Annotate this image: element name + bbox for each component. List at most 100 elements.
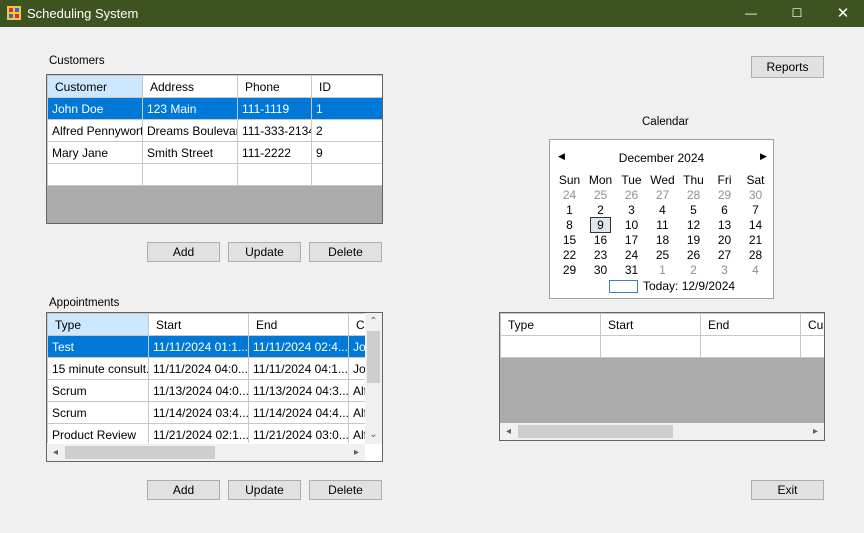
customer-cell[interactable]: Alfred Pennyworth <box>47 119 143 142</box>
table-row[interactable]: Mary Jane Smith Street 111-2222 9 <box>47 141 382 164</box>
customer-cell[interactable]: Joh <box>348 335 365 358</box>
end-cell[interactable]: 11/11/2024 04:1... <box>248 357 349 380</box>
calendar-day[interactable]: 19 <box>678 233 709 248</box>
type-cell[interactable]: Product Review <box>47 423 149 443</box>
today-link[interactable]: Today: 12/9/2024 <box>643 279 735 293</box>
appointments-grid[interactable]: Type Start End Cu Test 11/11/2024 01:1..… <box>46 312 383 462</box>
table-row[interactable]: Test 11/11/2024 01:1... 11/11/2024 02:4.… <box>47 335 365 358</box>
calendar-day[interactable]: 29 <box>554 263 585 278</box>
empty-cell[interactable] <box>500 335 601 358</box>
type-cell[interactable]: Scrum <box>47 401 149 424</box>
end-cell[interactable]: 11/11/2024 02:4... <box>248 335 349 358</box>
customers-header-address[interactable]: Address <box>142 75 238 98</box>
day-header-end[interactable]: End <box>700 313 801 336</box>
new-row-cell[interactable] <box>237 163 312 186</box>
calendar-day[interactable]: 1 <box>647 263 678 278</box>
calendar-day[interactable]: 2 <box>585 203 616 218</box>
appointments-header-customer[interactable]: Cu <box>348 313 365 336</box>
close-button[interactable]: ✕ <box>820 0 864 27</box>
customer-cell[interactable]: Alfr <box>348 401 365 424</box>
scroll-right-icon[interactable]: ▸ <box>807 423 824 440</box>
customers-header-customer[interactable]: Customer <box>47 75 143 98</box>
calendar-day[interactable]: 29 <box>709 188 740 203</box>
id-cell[interactable]: 9 <box>311 141 382 164</box>
id-cell[interactable]: 2 <box>311 119 382 142</box>
type-cell[interactable]: 15 minute consult... <box>47 357 149 380</box>
day-header-start[interactable]: Start <box>600 313 701 336</box>
calendar-day[interactable]: 5 <box>678 203 709 218</box>
address-cell[interactable]: 123 Main <box>142 97 238 120</box>
calendar-day[interactable]: 17 <box>616 233 647 248</box>
customer-add-button[interactable]: Add <box>147 242 220 262</box>
calendar-day[interactable]: 14 <box>740 218 771 233</box>
appointments-header-type[interactable]: Type <box>47 313 149 336</box>
calendar-day[interactable]: 24 <box>554 188 585 203</box>
empty-cell[interactable] <box>700 335 801 358</box>
new-row-cell[interactable] <box>142 163 238 186</box>
calendar-day[interactable]: 27 <box>647 188 678 203</box>
calendar-day[interactable]: 30 <box>740 188 771 203</box>
day-header-customer[interactable]: Cus <box>800 313 824 336</box>
calendar-day[interactable]: 15 <box>554 233 585 248</box>
calendar-day[interactable]: 26 <box>616 188 647 203</box>
calendar-day[interactable]: 13 <box>709 218 740 233</box>
calendar-day[interactable]: 6 <box>709 203 740 218</box>
address-cell[interactable]: Dreams Boulevard <box>142 119 238 142</box>
calendar-day[interactable]: 7 <box>740 203 771 218</box>
new-row-cell[interactable] <box>311 163 382 186</box>
calendar-day[interactable]: 20 <box>709 233 740 248</box>
vertical-scrollbar[interactable]: ⌃ ⌄ <box>365 313 382 444</box>
calendar-day[interactable]: 11 <box>647 218 678 233</box>
customers-header-id[interactable]: ID <box>311 75 382 98</box>
today-marker-icon[interactable] <box>609 280 638 293</box>
appointment-update-button[interactable]: Update <box>228 480 301 500</box>
scroll-right-icon[interactable]: ▸ <box>348 444 365 461</box>
phone-cell[interactable]: 111-1119 <box>237 97 312 120</box>
id-cell[interactable]: 1 <box>311 97 382 120</box>
calendar-day[interactable]: 25 <box>585 188 616 203</box>
appointment-delete-button[interactable]: Delete <box>309 480 382 500</box>
horizontal-scrollbar[interactable]: ◂ ▸ <box>47 444 365 461</box>
phone-cell[interactable]: 111-333-2134 <box>237 119 312 142</box>
empty-cell[interactable] <box>600 335 701 358</box>
calendar-day[interactable]: 30 <box>585 263 616 278</box>
start-cell[interactable]: 11/14/2024 03:4... <box>148 401 249 424</box>
calendar-day[interactable]: 3 <box>709 263 740 278</box>
customer-cell[interactable]: John Doe <box>47 97 143 120</box>
calendar-day[interactable]: 28 <box>678 188 709 203</box>
table-row[interactable]: Product Review 11/21/2024 02:1... 11/21/… <box>47 423 365 443</box>
customer-cell[interactable]: Mary Jane <box>47 141 143 164</box>
table-row[interactable]: Alfred Pennyworth Dreams Boulevard 111-3… <box>47 119 382 142</box>
calendar-day[interactable]: 18 <box>647 233 678 248</box>
calendar-month-title[interactable]: December 2024 <box>550 151 773 165</box>
empty-cell[interactable] <box>800 335 824 358</box>
horizontal-scroll-thumb[interactable] <box>518 425 673 438</box>
calendar-day[interactable]: 8 <box>554 218 585 233</box>
appointments-header-end[interactable]: End <box>248 313 349 336</box>
phone-cell[interactable]: 111-2222 <box>237 141 312 164</box>
day-horizontal-scrollbar[interactable]: ◂ ▸ <box>500 423 824 440</box>
end-cell[interactable]: 11/14/2024 04:4... <box>248 401 349 424</box>
table-row[interactable]: Scrum 11/14/2024 03:4... 11/14/2024 04:4… <box>47 401 365 424</box>
scroll-left-icon[interactable]: ◂ <box>500 423 517 440</box>
maximize-button[interactable]: ☐ <box>774 0 820 27</box>
appointments-header-start[interactable]: Start <box>148 313 249 336</box>
customer-delete-button[interactable]: Delete <box>309 242 382 262</box>
table-row[interactable]: 15 minute consult... 11/11/2024 04:0... … <box>47 357 365 380</box>
calendar-day[interactable]: 1 <box>554 203 585 218</box>
calendar-day[interactable]: 26 <box>678 248 709 263</box>
calendar-day[interactable]: 27 <box>709 248 740 263</box>
end-cell[interactable]: 11/21/2024 03:0... <box>248 423 349 443</box>
reports-button[interactable]: Reports <box>751 56 824 78</box>
start-cell[interactable]: 11/11/2024 04:0... <box>148 357 249 380</box>
end-cell[interactable]: 11/13/2024 04:3... <box>248 379 349 402</box>
calendar-day[interactable]: 16 <box>585 233 616 248</box>
table-row[interactable]: Scrum 11/13/2024 04:0... 11/13/2024 04:3… <box>47 379 365 402</box>
horizontal-scroll-thumb[interactable] <box>65 446 215 459</box>
calendar-day[interactable]: 3 <box>616 203 647 218</box>
customer-cell[interactable]: Joh <box>348 357 365 380</box>
calendar-day[interactable]: 24 <box>616 248 647 263</box>
address-cell[interactable]: Smith Street <box>142 141 238 164</box>
scroll-left-icon[interactable]: ◂ <box>47 444 64 461</box>
exit-button[interactable]: Exit <box>751 480 824 500</box>
